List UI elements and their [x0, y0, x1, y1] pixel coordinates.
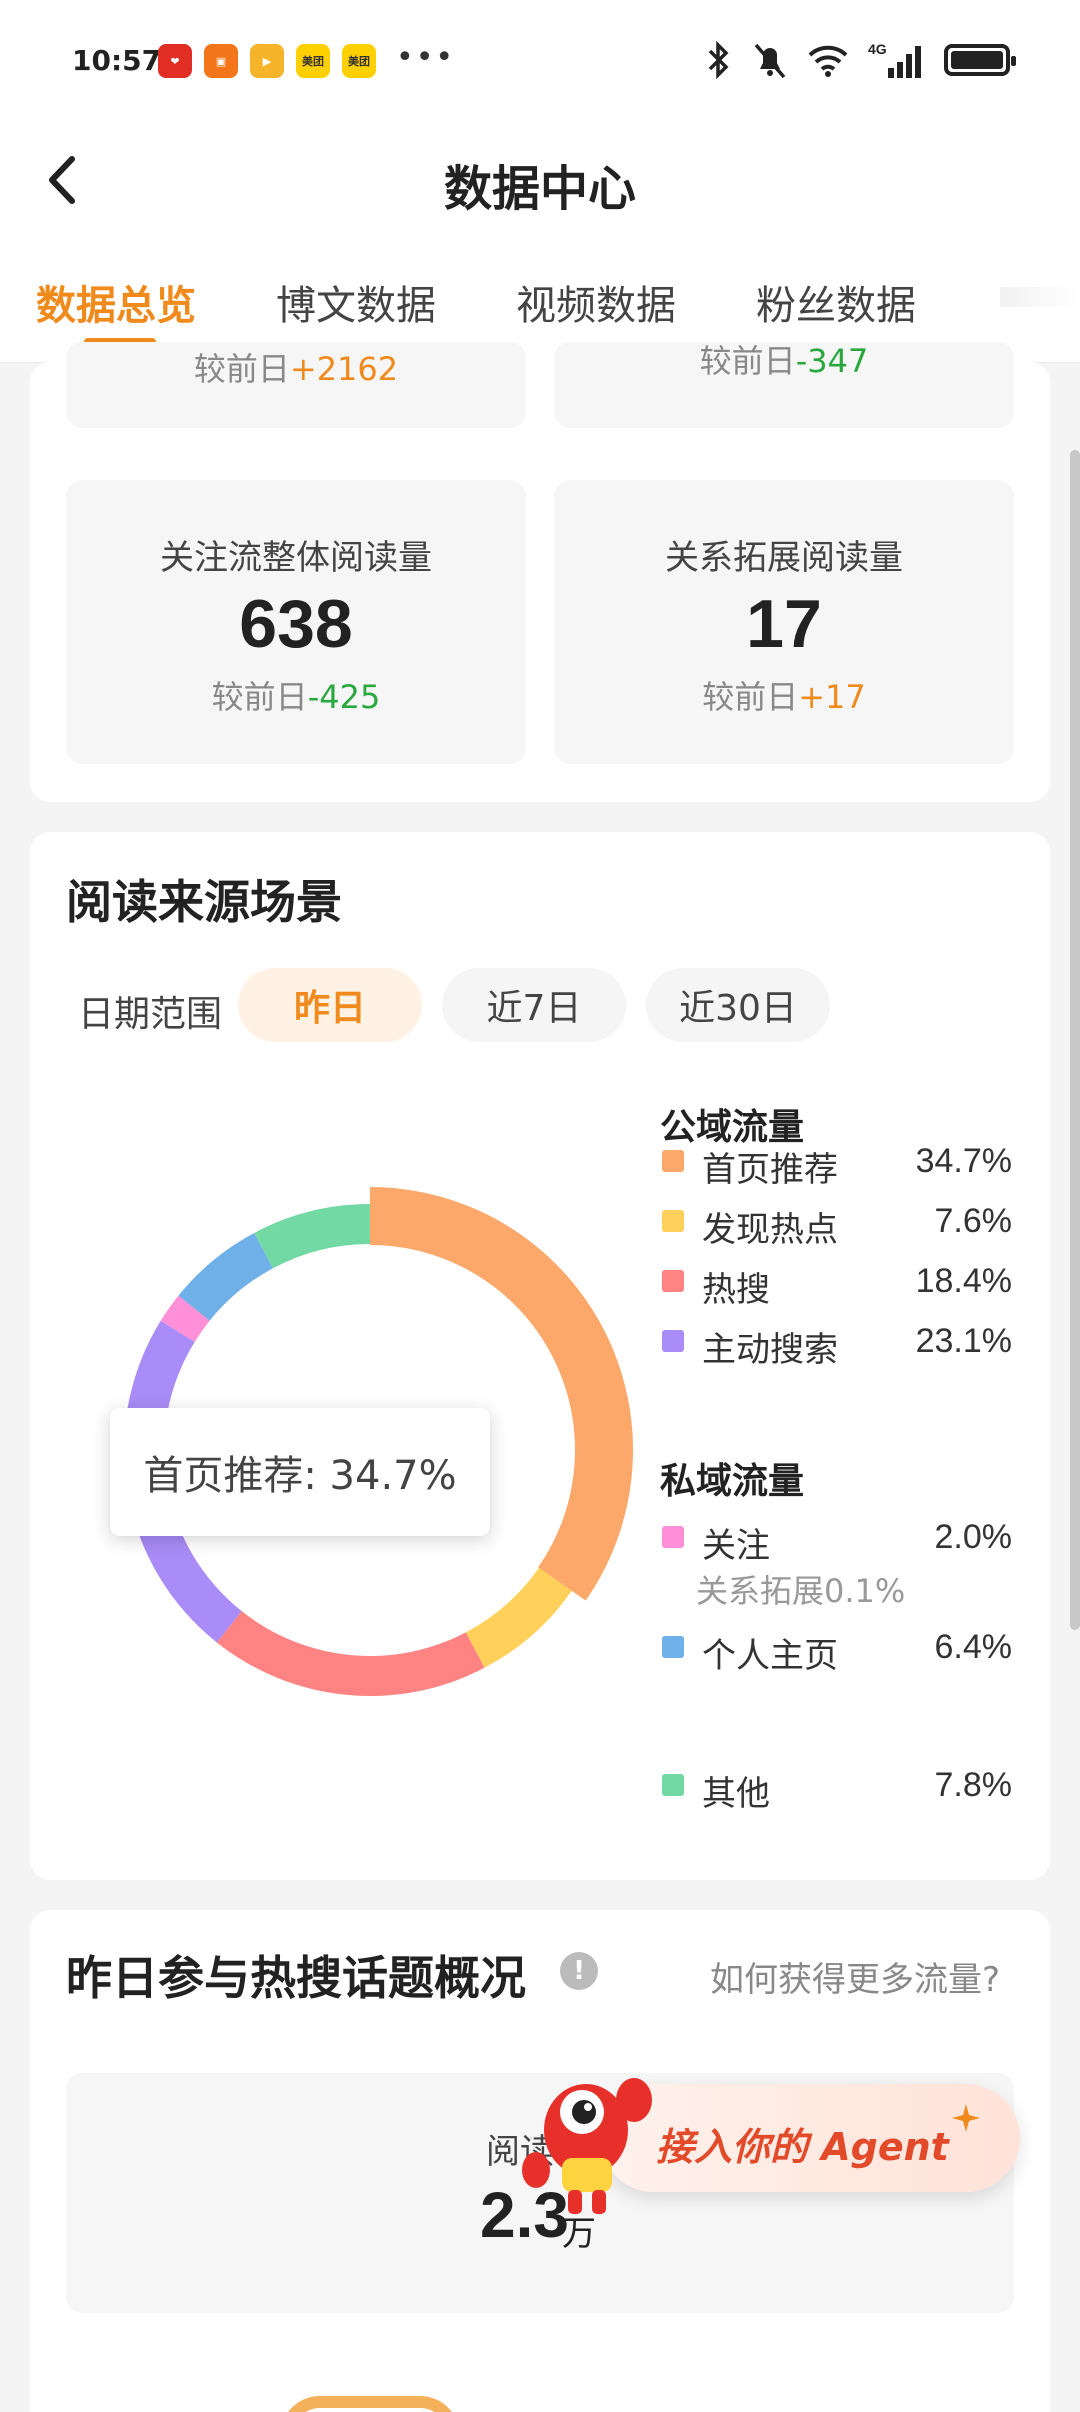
agent-label[interactable]: 接入你的 Agent — [656, 2116, 949, 2171]
tab-overview[interactable]: 数据总览 — [36, 273, 196, 331]
legend-swatch — [662, 1150, 684, 1172]
legend-label: 发现热点 — [702, 1210, 838, 1250]
legend-percent: 2.0% — [934, 1518, 1013, 1556]
hot-topics-chart-peek — [280, 2396, 460, 2412]
legend-percent: 6.4% — [934, 1628, 1013, 1666]
tab-video-data[interactable]: 视频数据 — [516, 273, 676, 331]
stat-compare: 较前日-347 — [699, 342, 869, 380]
legend-label: 个人主页 — [702, 1636, 838, 1676]
legend-swatch — [662, 1636, 684, 1658]
page-title: 数据中心 — [443, 161, 636, 217]
date-option-7days[interactable]: 近7日 — [442, 968, 626, 1042]
stat-value: 638 — [239, 586, 353, 662]
legend-swatch — [662, 1270, 684, 1292]
legend-percent: 23.1% — [915, 1322, 1012, 1360]
reading-stats-card: 较前日+2162 较前日-347 关注流整体阅读量 638 较前日-425 关系… — [30, 342, 1050, 802]
legend-item[interactable]: 个人主页 6.4% — [660, 1624, 1020, 1676]
status-time: 10:57 — [72, 44, 162, 77]
chart-tooltip: 首页推荐: 34.7% — [110, 1408, 490, 1536]
legend-item[interactable]: 关注 2.0% — [660, 1514, 1020, 1566]
legend-item[interactable]: 主动搜索 23.1% — [660, 1318, 1020, 1370]
red-packet-icon: ▣ — [204, 44, 238, 78]
donut-slice-2[interactable] — [216, 1611, 485, 1696]
stat-relation-reads: 关系拓展阅读量 17 较前日+17 — [554, 480, 1014, 764]
legend-item[interactable]: 其他 7.8% — [660, 1762, 1020, 1814]
stat-compare: 较前日-425 — [211, 677, 381, 716]
sparkle-icon — [952, 2104, 980, 2132]
legend-sub-relation: 关系拓展0.1% — [696, 1572, 906, 1610]
legend-percent: 18.4% — [915, 1262, 1012, 1300]
app-header: 数据中心 — [0, 125, 1080, 235]
bluetooth-icon — [708, 41, 729, 79]
hot-topics-title: 昨日参与热搜话题概况 — [66, 1951, 526, 2005]
stat-box-partial: 较前日-347 — [554, 342, 1014, 428]
legend-label: 热搜 — [702, 1270, 770, 1310]
battery-icon — [944, 44, 1016, 76]
legend-label: 其他 — [702, 1774, 770, 1814]
date-option-30days[interactable]: 近30日 — [646, 968, 830, 1042]
video-app-icon: ▶ — [250, 44, 284, 78]
legend-label: 主动搜索 — [702, 1330, 838, 1370]
more-notifications-icon: ••• — [396, 40, 456, 75]
legend-swatch — [662, 1526, 684, 1548]
notification-icons: ❤ ▣ ▶ 美团 美团 — [158, 44, 376, 78]
lobster-mascot-icon[interactable] — [516, 2060, 656, 2220]
stat-follow-feed-reads: 关注流整体阅读量 638 较前日-425 — [66, 480, 526, 764]
stat-value: 17 — [746, 586, 822, 662]
legend-item[interactable]: 发现热点 7.6% — [660, 1198, 1020, 1250]
stat-compare: 较前日+2162 — [193, 350, 399, 388]
wifi-icon — [808, 45, 848, 77]
legend-label: 首页推荐 — [702, 1150, 838, 1190]
meituan-icon: 美团 — [342, 44, 376, 78]
legend-private-title: 私域流量 — [660, 1461, 805, 1502]
date-range-label: 日期范围 — [78, 994, 223, 1035]
legend-swatch — [662, 1210, 684, 1232]
legend-swatch — [662, 1330, 684, 1352]
stat-compare: 较前日+17 — [702, 677, 866, 716]
legend-item[interactable]: 首页推荐 34.7% — [660, 1138, 1020, 1190]
legend-percent: 34.7% — [915, 1142, 1012, 1180]
scrollbar[interactable] — [1070, 450, 1080, 1630]
pinduoduo-icon: ❤ — [158, 44, 192, 78]
stat-label: 关系拓展阅读量 — [665, 538, 903, 578]
tab-overflow-fade — [1000, 287, 1080, 307]
donut-slice-0[interactable] — [370, 1187, 634, 1601]
legend-percent: 7.6% — [934, 1202, 1013, 1240]
legend-percent: 7.8% — [934, 1766, 1013, 1804]
more-traffic-link[interactable]: 如何获得更多流量? — [710, 1952, 1000, 2001]
mute-bell-icon — [754, 43, 786, 79]
date-option-yesterday[interactable]: 昨日 — [238, 968, 422, 1042]
system-icons: 4G — [704, 40, 1016, 80]
tab-post-data[interactable]: 博文数据 — [276, 273, 436, 331]
donut-slice-6[interactable] — [254, 1204, 370, 1269]
legend-swatch — [662, 1774, 684, 1796]
tab-fans-data[interactable]: 粉丝数据 — [756, 273, 916, 331]
stat-label: 关注流整体阅读量 — [160, 538, 432, 578]
stat-box-partial: 较前日+2162 — [66, 342, 526, 428]
section-title: 阅读来源场景 — [66, 875, 342, 929]
info-icon[interactable]: ! — [560, 1952, 598, 1990]
donut-slice-1[interactable] — [465, 1567, 572, 1668]
meituan-icon: 美团 — [296, 44, 330, 78]
svg-text:4G: 4G — [868, 41, 887, 57]
status-bar: 10:57 ❤ ▣ ▶ 美团 美团 ••• 4G — [0, 0, 1080, 125]
legend-item[interactable]: 热搜 18.4% — [660, 1258, 1020, 1310]
legend-label: 关注 — [702, 1526, 770, 1566]
signal-4g-icon: 4G — [868, 41, 921, 78]
